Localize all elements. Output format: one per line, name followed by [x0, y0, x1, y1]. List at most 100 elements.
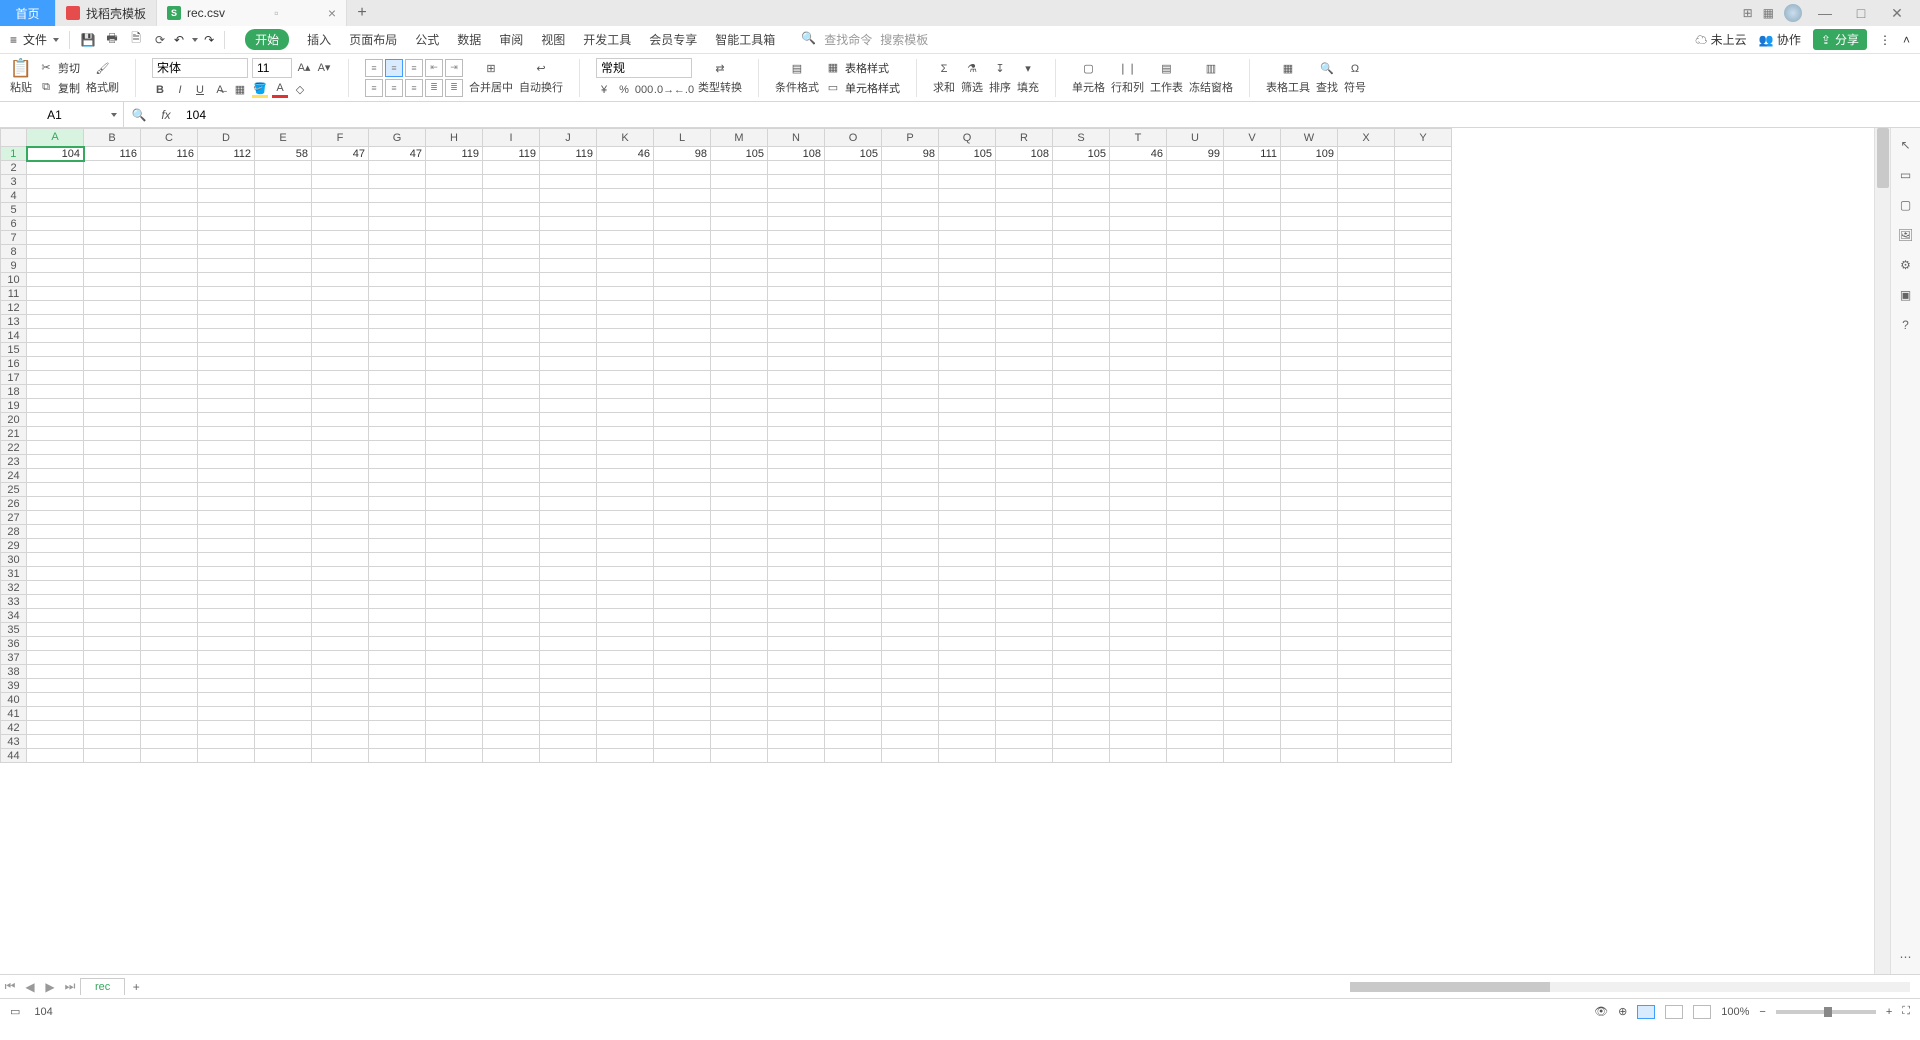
cell-D43[interactable]: [198, 735, 255, 749]
cell-F5[interactable]: [312, 203, 369, 217]
cell-V37[interactable]: [1224, 651, 1281, 665]
cell-B24[interactable]: [84, 469, 141, 483]
cell-C29[interactable]: [141, 539, 198, 553]
more-icon[interactable]: ⋯: [1900, 950, 1912, 964]
cell-E9[interactable]: [255, 259, 312, 273]
cell-X40[interactable]: [1338, 693, 1395, 707]
cell-U7[interactable]: [1167, 231, 1224, 245]
cell-G5[interactable]: [369, 203, 426, 217]
row-header-10[interactable]: 10: [1, 273, 27, 287]
cell-S12[interactable]: [1053, 301, 1110, 315]
cell-S14[interactable]: [1053, 329, 1110, 343]
cell-O40[interactable]: [825, 693, 882, 707]
cell-V40[interactable]: [1224, 693, 1281, 707]
cell-Y16[interactable]: [1395, 357, 1452, 371]
cell-G41[interactable]: [369, 707, 426, 721]
cell-U28[interactable]: [1167, 525, 1224, 539]
cell-W22[interactable]: [1281, 441, 1338, 455]
cell-W19[interactable]: [1281, 399, 1338, 413]
cell-S33[interactable]: [1053, 595, 1110, 609]
cell-S23[interactable]: [1053, 455, 1110, 469]
cell-A19[interactable]: [27, 399, 84, 413]
cell-R34[interactable]: [996, 609, 1053, 623]
cell-N16[interactable]: [768, 357, 825, 371]
cell-A26[interactable]: [27, 497, 84, 511]
cell-Y37[interactable]: [1395, 651, 1452, 665]
cell-D38[interactable]: [198, 665, 255, 679]
cell-U22[interactable]: [1167, 441, 1224, 455]
cell-J32[interactable]: [540, 581, 597, 595]
cell-P26[interactable]: [882, 497, 939, 511]
cell-L8[interactable]: [654, 245, 711, 259]
cell-V14[interactable]: [1224, 329, 1281, 343]
cell-P8[interactable]: [882, 245, 939, 259]
cell-B18[interactable]: [84, 385, 141, 399]
cell-W21[interactable]: [1281, 427, 1338, 441]
cell-R19[interactable]: [996, 399, 1053, 413]
cell-D21[interactable]: [198, 427, 255, 441]
cell-D9[interactable]: [198, 259, 255, 273]
cell-K33[interactable]: [597, 595, 654, 609]
filter-button[interactable]: ⚗筛选: [961, 61, 983, 95]
cell-J42[interactable]: [540, 721, 597, 735]
cell-E37[interactable]: [255, 651, 312, 665]
cell-A22[interactable]: [27, 441, 84, 455]
cell-W2[interactable]: [1281, 161, 1338, 175]
row-header-14[interactable]: 14: [1, 329, 27, 343]
cell-H3[interactable]: [426, 175, 483, 189]
cell-E36[interactable]: [255, 637, 312, 651]
cell-D2[interactable]: [198, 161, 255, 175]
help-icon[interactable]: ?: [1902, 318, 1909, 332]
cell-V20[interactable]: [1224, 413, 1281, 427]
cell-W37[interactable]: [1281, 651, 1338, 665]
cell-T34[interactable]: [1110, 609, 1167, 623]
cell-O8[interactable]: [825, 245, 882, 259]
cell-Y41[interactable]: [1395, 707, 1452, 721]
cell-Q2[interactable]: [939, 161, 996, 175]
cell-R13[interactable]: [996, 315, 1053, 329]
caret-down-icon[interactable]: [111, 113, 117, 117]
cell-X12[interactable]: [1338, 301, 1395, 315]
cell-T1[interactable]: 46: [1110, 147, 1167, 161]
cell-Y30[interactable]: [1395, 553, 1452, 567]
cell-J33[interactable]: [540, 595, 597, 609]
cell-V41[interactable]: [1224, 707, 1281, 721]
cell-L12[interactable]: [654, 301, 711, 315]
cell-V9[interactable]: [1224, 259, 1281, 273]
cell-U36[interactable]: [1167, 637, 1224, 651]
cell-J2[interactable]: [540, 161, 597, 175]
cell-C27[interactable]: [141, 511, 198, 525]
cell-I28[interactable]: [483, 525, 540, 539]
cell-Y21[interactable]: [1395, 427, 1452, 441]
cell-E28[interactable]: [255, 525, 312, 539]
cell-W14[interactable]: [1281, 329, 1338, 343]
cell-G32[interactable]: [369, 581, 426, 595]
cell-A18[interactable]: [27, 385, 84, 399]
cell-L36[interactable]: [654, 637, 711, 651]
cell-A32[interactable]: [27, 581, 84, 595]
cell-M33[interactable]: [711, 595, 768, 609]
cell-R43[interactable]: [996, 735, 1053, 749]
cell-X9[interactable]: [1338, 259, 1395, 273]
cut-button[interactable]: ✂剪切: [38, 60, 80, 76]
cell-R28[interactable]: [996, 525, 1053, 539]
cell-K27[interactable]: [597, 511, 654, 525]
cell-F31[interactable]: [312, 567, 369, 581]
cell-G38[interactable]: [369, 665, 426, 679]
cell-J30[interactable]: [540, 553, 597, 567]
cell-E43[interactable]: [255, 735, 312, 749]
cell-C40[interactable]: [141, 693, 198, 707]
cell-J10[interactable]: [540, 273, 597, 287]
cell-V2[interactable]: [1224, 161, 1281, 175]
cell-S27[interactable]: [1053, 511, 1110, 525]
cell-I7[interactable]: [483, 231, 540, 245]
cell-K12[interactable]: [597, 301, 654, 315]
cell-M18[interactable]: [711, 385, 768, 399]
cell-S36[interactable]: [1053, 637, 1110, 651]
cell-G21[interactable]: [369, 427, 426, 441]
cell-B7[interactable]: [84, 231, 141, 245]
cell-F37[interactable]: [312, 651, 369, 665]
cell-P31[interactable]: [882, 567, 939, 581]
cell-P20[interactable]: [882, 413, 939, 427]
cell-R39[interactable]: [996, 679, 1053, 693]
